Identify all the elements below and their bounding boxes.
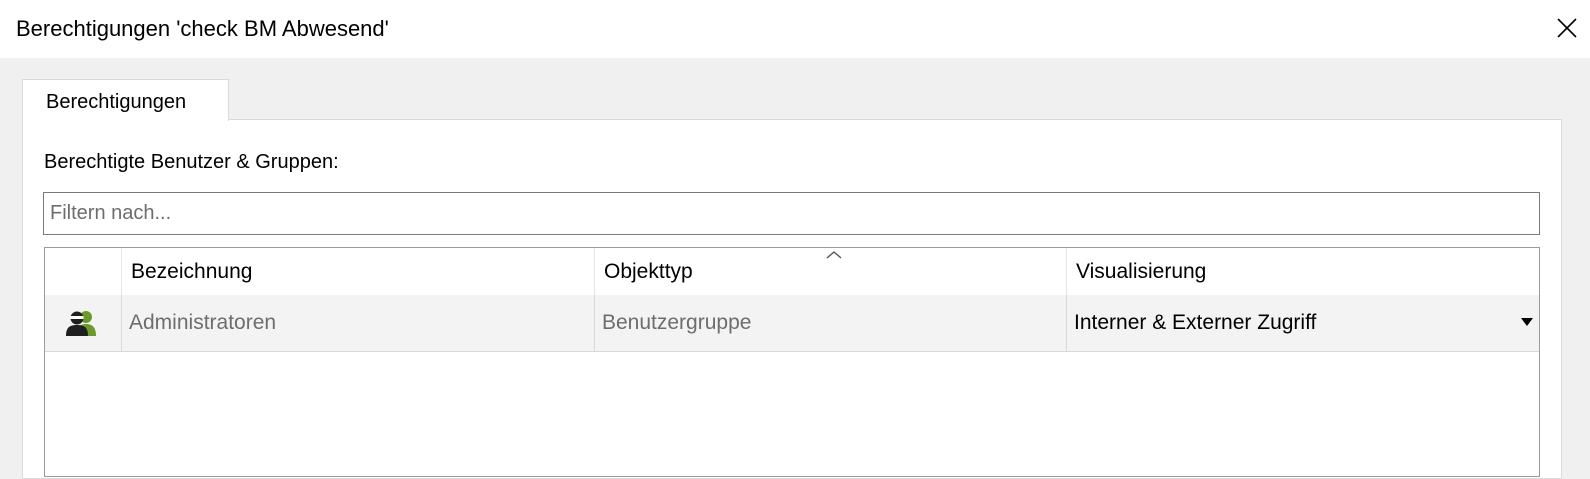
filter-field[interactable]	[43, 192, 1540, 235]
column-header-label: Bezeichnung	[131, 260, 253, 283]
tab-label: Berechtigungen	[46, 91, 187, 113]
column-header-label: Visualisierung	[1076, 260, 1207, 283]
dropdown-arrow-icon[interactable]	[1521, 318, 1533, 326]
title-bar: Berechtigungen 'check BM Abwesend'	[0, 0, 1590, 58]
cell-objekttyp: Benutzergruppe	[595, 295, 1067, 351]
permissions-grid: Bezeichnung Objekttyp Visualisierung Adm…	[44, 247, 1540, 477]
column-header-visualisierung[interactable]: Visualisierung	[1067, 248, 1539, 295]
close-button[interactable]	[1544, 0, 1590, 56]
close-icon	[1557, 18, 1577, 38]
sort-ascending-icon	[826, 251, 842, 259]
table-row[interactable]: Administratoren Benutzergruppe Interner …	[45, 295, 1539, 352]
section-label: Berechtigte Benutzer & Gruppen:	[44, 151, 339, 173]
window-title: Berechtigungen 'check BM Abwesend'	[16, 16, 389, 41]
tab-berechtigungen[interactable]: Berechtigungen	[22, 79, 229, 121]
cell-bezeichnung: Administratoren	[122, 295, 595, 351]
cell-text: Benutzergruppe	[602, 311, 752, 334]
dropdown-value: Interner & Externer Zugriff	[1074, 311, 1317, 334]
column-header-label: Objekttyp	[604, 260, 693, 283]
cell-text: Administratoren	[129, 311, 277, 334]
filter-input[interactable]	[44, 193, 1539, 234]
row-icon-cell	[45, 295, 122, 351]
grid-header: Bezeichnung Objekttyp Visualisierung	[45, 248, 1539, 295]
column-header-icon[interactable]	[45, 248, 122, 295]
column-header-bezeichnung[interactable]: Bezeichnung	[122, 248, 595, 295]
user-group-icon	[66, 311, 96, 336]
visualisierung-dropdown[interactable]: Interner & Externer Zugriff	[1067, 295, 1539, 351]
